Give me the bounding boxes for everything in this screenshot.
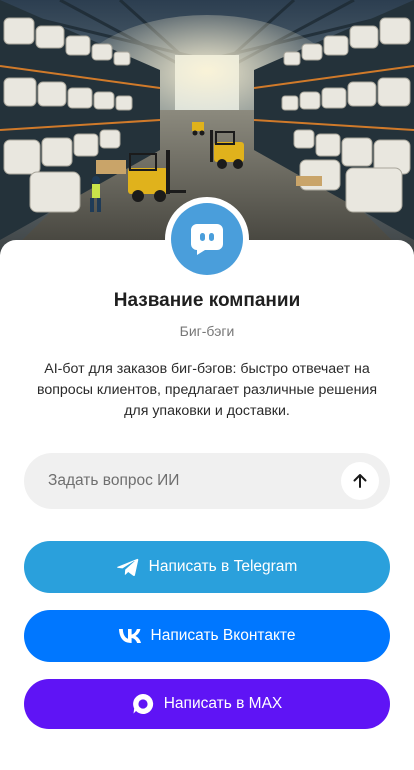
avatar-circle bbox=[171, 203, 243, 275]
ask-ai-input[interactable] bbox=[48, 453, 338, 509]
ask-ai-field bbox=[24, 453, 390, 509]
arrow-up-icon bbox=[353, 474, 367, 488]
write-max-label: Написать в MAX bbox=[163, 695, 283, 712]
max-icon bbox=[132, 693, 154, 715]
telegram-icon bbox=[116, 558, 139, 577]
company-name: Название компании bbox=[113, 290, 301, 311]
write-max-button[interactable]: Написать в MAX bbox=[24, 679, 390, 729]
avatar bbox=[165, 197, 249, 281]
send-question-button[interactable] bbox=[341, 462, 379, 500]
company-description: AI-бот для заказов биг-бэгов: быстро отв… bbox=[36, 361, 378, 419]
write-telegram-button[interactable]: Написать в Telegram bbox=[24, 541, 390, 593]
company-subtitle: Биг-бэги bbox=[179, 323, 235, 339]
page: Название компании Биг-бэги AI-бот для за… bbox=[0, 0, 414, 770]
write-telegram-label: Написать в Telegram bbox=[148, 558, 298, 575]
write-vk-button[interactable]: Написать Вконтакте bbox=[24, 610, 390, 662]
vk-icon bbox=[118, 629, 141, 643]
chat-bot-icon bbox=[191, 224, 223, 255]
write-vk-label: Написать Вконтакте bbox=[150, 627, 296, 644]
